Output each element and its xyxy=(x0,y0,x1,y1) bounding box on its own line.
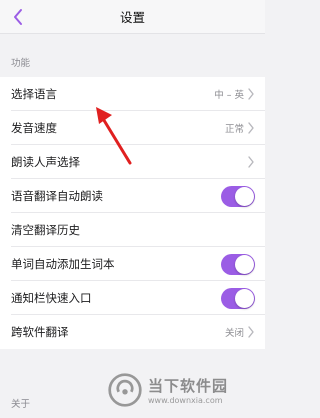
row-value: 关闭 xyxy=(224,328,244,339)
page-title: 设置 xyxy=(119,10,145,25)
row-voice-auto-read: 语音翻译自动朗读 xyxy=(0,179,265,213)
toggle-knob xyxy=(235,254,254,274)
row-label: 朗读人声选择 xyxy=(11,155,80,169)
row-label: 清空翻译历史 xyxy=(11,223,80,237)
row-voice-selection[interactable]: 朗读人声选择 xyxy=(0,145,265,179)
section-header-features: 功能 xyxy=(11,58,31,69)
auto-add-vocab-toggle[interactable] xyxy=(221,253,255,275)
row-value: 正常 xyxy=(224,124,244,135)
navigation-bar: 设置 xyxy=(0,0,265,34)
row-label: 通知栏快速入口 xyxy=(11,291,92,305)
voice-auto-read-toggle[interactable] xyxy=(221,185,255,207)
row-value: 中 – 英 xyxy=(214,90,244,101)
row-label: 发音速度 xyxy=(11,121,57,135)
row-label: 选择语言 xyxy=(11,87,57,101)
chevron-right-icon xyxy=(248,326,254,338)
back-button[interactable] xyxy=(8,7,28,27)
settings-list: 选择语言 中 – 英 发音速度 正常 朗读人声选择 语音翻译自动朗读 清空翻译历 xyxy=(0,77,265,349)
settings-screen: 设置 功能 选择语言 中 – 英 发音速度 正常 朗读人声选择 语音翻译自动朗读 xyxy=(0,0,265,418)
row-speech-speed[interactable]: 发音速度 正常 xyxy=(0,111,265,145)
row-auto-add-vocab: 单词自动添加生词本 xyxy=(0,247,265,281)
chevron-right-icon xyxy=(248,88,254,100)
row-label: 单词自动添加生词本 xyxy=(11,257,115,271)
chevron-right-icon xyxy=(248,156,254,168)
toggle-knob xyxy=(235,186,254,206)
notification-shortcut-toggle[interactable] xyxy=(221,287,255,309)
row-notification-shortcut: 通知栏快速入口 xyxy=(0,281,265,315)
chevron-right-icon xyxy=(248,122,254,134)
row-label: 跨软件翻译 xyxy=(11,325,69,339)
watermark-title: 当下软件园 xyxy=(148,377,229,395)
watermark: 当下软件园 www.downxia.com xyxy=(107,368,257,412)
row-label: 语音翻译自动朗读 xyxy=(11,189,103,203)
toggle-knob xyxy=(235,288,254,308)
row-clear-history[interactable]: 清空翻译历史 xyxy=(0,213,265,247)
row-cross-app-translate[interactable]: 跨软件翻译 关闭 xyxy=(0,315,265,349)
watermark-url: www.downxia.com xyxy=(148,396,223,405)
chevron-left-icon xyxy=(14,9,22,25)
row-select-language[interactable]: 选择语言 中 – 英 xyxy=(0,77,265,111)
watermark-logo-icon xyxy=(108,373,142,407)
